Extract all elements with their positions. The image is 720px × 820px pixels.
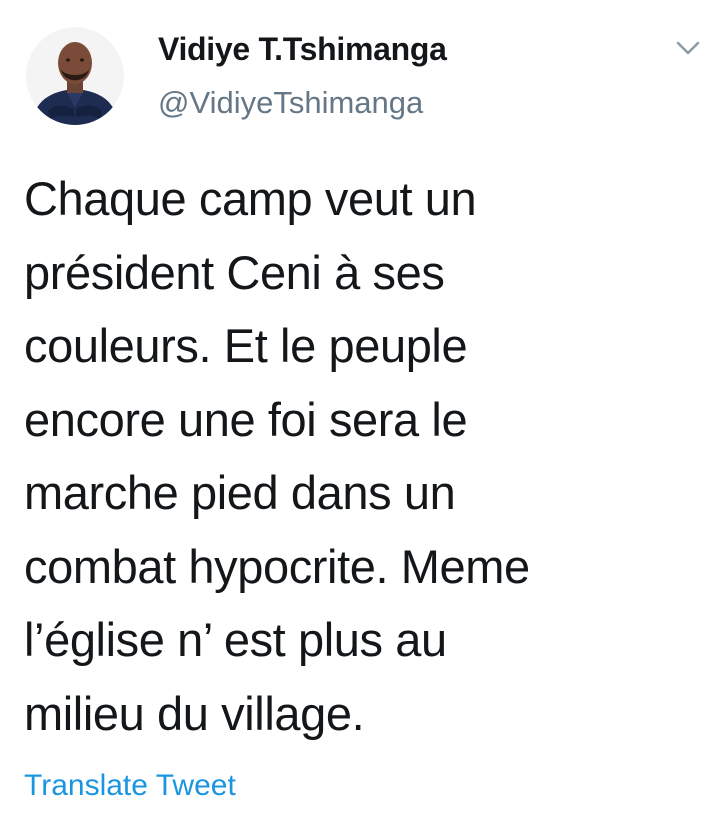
tweet-text-line: président Ceni à ses bbox=[24, 245, 445, 299]
tweet-text-line: Chaque camp veut un bbox=[24, 172, 477, 225]
tweet-card: Vidiye T.Tshimanga @VidiyeTshimanga Chaq… bbox=[0, 0, 720, 820]
avatar[interactable] bbox=[26, 27, 124, 125]
tweet-text: Chaque camp veut un président Ceni à ses… bbox=[24, 162, 704, 750]
translate-tweet-link[interactable]: Translate Tweet bbox=[24, 769, 236, 803]
tweet-text-line: combat hypocrite. Meme bbox=[24, 539, 530, 593]
author-handle[interactable]: @VidiyeTshimanga bbox=[158, 85, 423, 121]
tweet-text-line: l’église n’ est plus au bbox=[24, 613, 447, 666]
avatar-photo bbox=[26, 27, 124, 125]
tweet-text-line: couleurs. Et le peuple bbox=[24, 319, 468, 372]
tweet-text-line: milieu du village. bbox=[24, 686, 365, 740]
tweet-text-line: marche pied dans un bbox=[24, 466, 456, 519]
tweet-text-line: encore une foi sera le bbox=[24, 392, 468, 446]
chevron-down-icon[interactable] bbox=[675, 38, 701, 58]
author-display-name[interactable]: Vidiye T.Tshimanga bbox=[158, 31, 447, 68]
